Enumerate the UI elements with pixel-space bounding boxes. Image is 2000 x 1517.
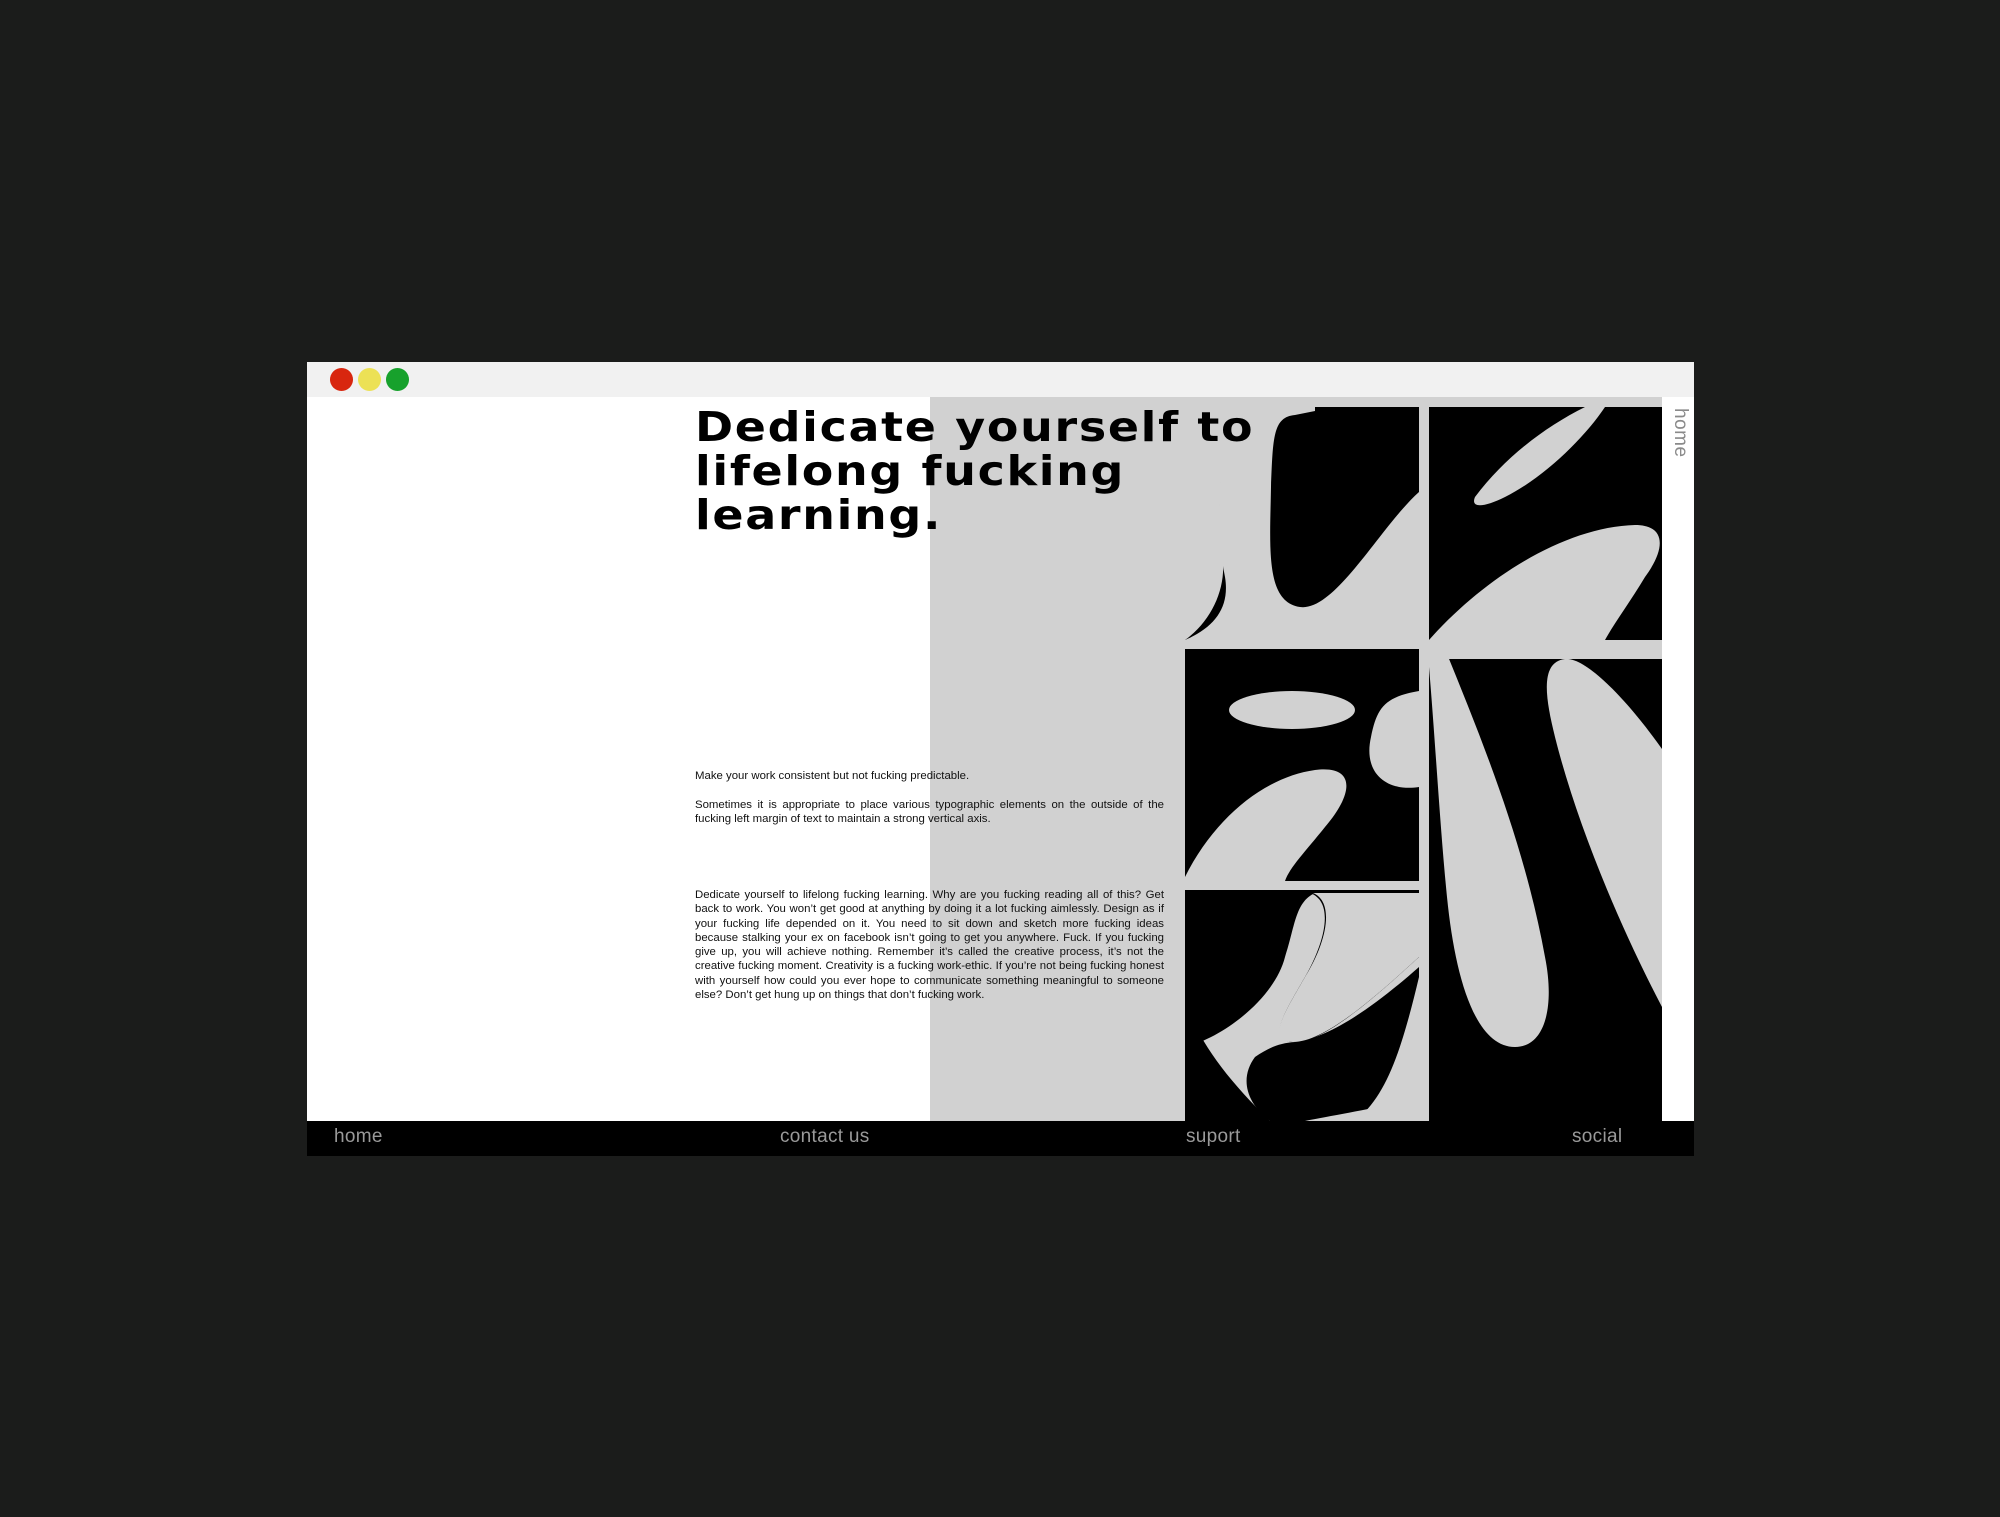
letterform-tile-5 (1429, 649, 1662, 1121)
footer-support-link[interactable]: suport (1186, 1126, 1241, 1148)
maximize-window-button[interactable] (386, 368, 409, 391)
letterform-tile-2 (1429, 407, 1662, 640)
close-window-button[interactable] (330, 368, 353, 391)
footer-contact-link[interactable]: contact us (780, 1126, 870, 1148)
body-paragraph: Dedicate yourself to lifelong fucking le… (695, 889, 1164, 1002)
minimize-window-button[interactable] (358, 368, 381, 391)
window-titlebar (307, 362, 1694, 397)
page-content: Dedicate yourself to lifelong fucking le… (307, 397, 1694, 1121)
letterform-tile-4 (1185, 890, 1425, 1121)
footer-nav: home contact us suport social (307, 1121, 1694, 1156)
abstract-letterform-artwork (1185, 397, 1662, 1121)
browser-window: Dedicate yourself to lifelong fucking le… (307, 362, 1694, 1156)
footer-social-link[interactable]: social (1572, 1126, 1622, 1148)
side-nav-home-link[interactable]: home (1669, 408, 1691, 458)
intro-paragraph: Make your work consistent but not fuckin… (695, 770, 970, 782)
side-nav: home (1662, 397, 1694, 1121)
letterform-tile-3 (1185, 649, 1419, 881)
footer-home-link[interactable]: home (334, 1126, 383, 1148)
page-headline: Dedicate yourself to lifelong fucking le… (695, 403, 1255, 539)
margin-paragraph: Sometimes it is appropriate to place var… (695, 799, 1164, 826)
